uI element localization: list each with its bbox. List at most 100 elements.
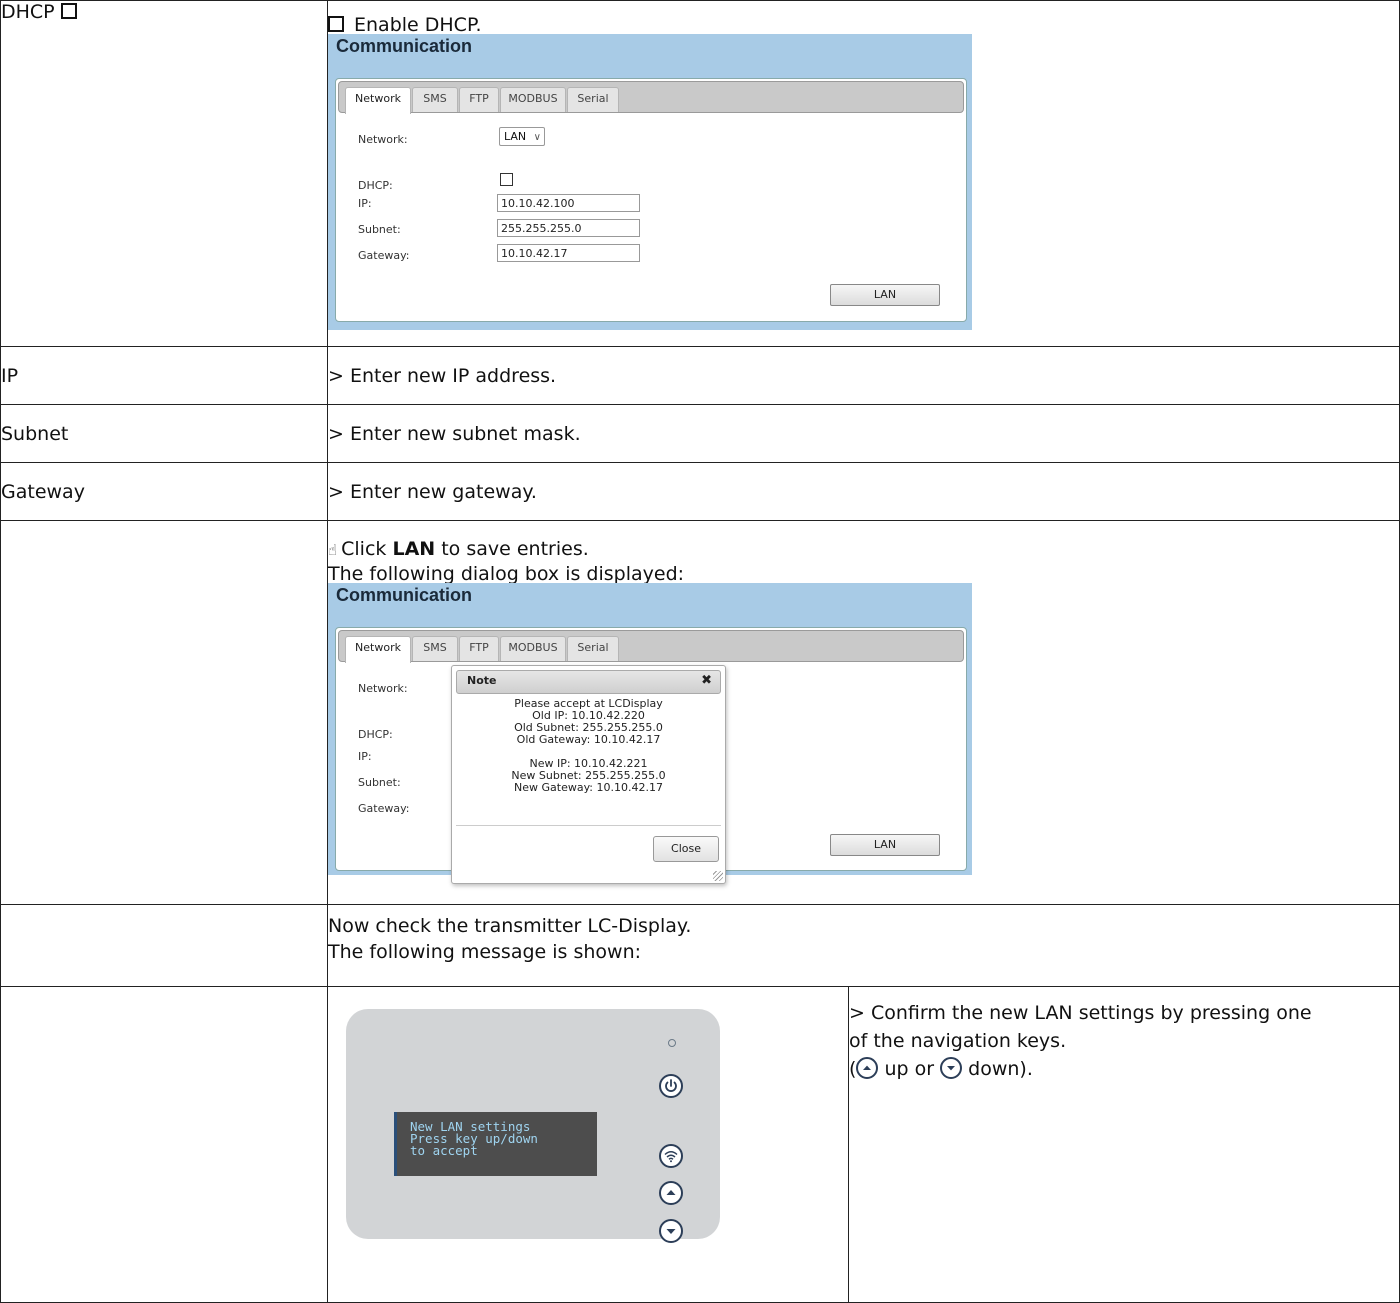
tab-modbus[interactable]: MODBUS [500, 636, 566, 661]
confirm-down-text: down). [968, 1058, 1033, 1080]
network-label: Network: [358, 133, 408, 146]
tab-ftp[interactable]: FTP [459, 636, 499, 661]
tab-sms[interactable]: SMS [412, 636, 458, 661]
dialog-header: Note ✖ [456, 670, 721, 694]
ip-label: IP: [358, 750, 372, 763]
confirm-cell: > Confirm the new LAN settings by pressi… [848, 986, 1400, 1303]
row-label-cell [0, 904, 328, 987]
subnet-input[interactable]: 255.255.255.0 [497, 219, 640, 237]
gateway-instruction: > Enter new gateway. [328, 481, 537, 503]
ip-label: IP: [358, 197, 372, 210]
gateway-label: Gateway: [358, 802, 410, 815]
resize-grip-icon[interactable] [713, 871, 723, 881]
tab-bar: Network SMS FTP MODBUS Serial [338, 81, 964, 114]
pointer-hand-icon: ☝ [328, 541, 338, 559]
device-cell: New LAN settings Press key up/down to ac… [327, 986, 849, 1303]
table-row: New LAN settings Press key up/down to ac… [0, 986, 1400, 1303]
note-dialog: Note ✖ Please accept at LCDisplay Old IP… [451, 665, 726, 884]
tab-serial[interactable]: Serial [567, 87, 619, 112]
communication-panel: Communication Network SMS FTP MODBUS Ser… [328, 583, 972, 884]
communication-panel: Communication Network SMS FTP MODBUS Ser… [328, 34, 972, 330]
document-page: DHCP Enable DHCP. Communication Network … [0, 0, 1400, 1303]
down-arrow-icon[interactable] [659, 1219, 683, 1243]
check-text-line2: The following message is shown: [328, 941, 642, 963]
row-label-cell [0, 986, 328, 1303]
power-icon[interactable] [659, 1074, 683, 1098]
gateway-label: Gateway: [358, 249, 410, 262]
checkbox-icon [328, 16, 344, 32]
table-row: DHCP Enable DHCP. Communication Network … [0, 0, 1400, 347]
row-label-cell: DHCP [0, 0, 328, 347]
transmitter-device: New LAN settings Press key up/down to ac… [346, 1009, 720, 1243]
check-text-line1: Now check the transmitter LC-Display. [328, 915, 692, 937]
save-text-bold: LAN [392, 538, 436, 560]
row-label-cell [0, 520, 328, 905]
table-row: ☝ Click LAN to save entries. The followin… [0, 520, 1400, 905]
tab-ftp[interactable]: FTP [459, 87, 499, 112]
network-select-value: LAN [504, 130, 527, 143]
down-arrow-icon [940, 1057, 963, 1079]
dhcp-label: DHCP: [358, 179, 393, 192]
message-line: Old Gateway: 10.10.42.17 [516, 733, 661, 746]
lan-button[interactable]: LAN [830, 284, 940, 306]
save-text-post: to save entries. [435, 538, 589, 560]
ip-input[interactable]: 10.10.42.100 [497, 194, 640, 212]
divider [456, 825, 721, 826]
table-row: Now check the transmitter LC-Display. Th… [0, 904, 1400, 987]
table-row: Subnet > Enter new subnet mask. [0, 404, 1400, 463]
confirm-up-text: up or [884, 1058, 935, 1080]
subnet-instruction: > Enter new subnet mask. [328, 423, 581, 445]
row-label-gateway: Gateway [1, 481, 85, 503]
wifi-icon[interactable] [659, 1144, 683, 1168]
row-content-cell: > Enter new gateway. [327, 462, 1400, 521]
ip-instruction: > Enter new IP address. [328, 365, 557, 387]
instruction-table: DHCP Enable DHCP. Communication Network … [0, 0, 1400, 1303]
row-label-cell: Gateway [0, 462, 328, 521]
gateway-input[interactable]: 10.10.42.17 [497, 244, 640, 262]
dialog-title: Note [467, 674, 497, 687]
checkbox-icon [60, 3, 77, 19]
row-content-cell: > Enter new subnet mask. [327, 404, 1400, 463]
panel-title: Communication [336, 36, 473, 56]
row-label-subnet: Subnet [1, 423, 69, 445]
row-content-cell: Enable DHCP. Communication Network SMS F… [327, 0, 1400, 347]
row-label-cell: Subnet [0, 404, 328, 463]
panel-title: Communication [336, 585, 473, 605]
tab-sms[interactable]: SMS [412, 87, 458, 112]
lan-button[interactable]: LAN [830, 834, 940, 856]
confirm-text-line2: of the navigation keys. [849, 1030, 1067, 1052]
tab-serial[interactable]: Serial [567, 636, 619, 661]
row-content-cell: Now check the transmitter LC-Display. Th… [327, 904, 1400, 987]
table-row: Gateway > Enter new gateway. [0, 462, 1400, 521]
tab-network[interactable]: Network [345, 636, 411, 663]
row-label-dhcp: DHCP [1, 1, 55, 23]
close-icon[interactable]: ✖ [701, 673, 712, 688]
dhcp-instruction: Enable DHCP. [354, 14, 482, 36]
network-select[interactable]: LAN ∨ [499, 127, 545, 146]
status-led-icon [668, 1039, 676, 1047]
tab-bar: Network SMS FTP MODBUS Serial [338, 630, 964, 663]
row-label-ip: IP [1, 365, 19, 387]
lcd-message: New LAN settings Press key up/down to ac… [410, 1119, 538, 1158]
table-row: IP > Enter new IP address. [0, 346, 1400, 405]
dhcp-label: DHCP: [358, 728, 393, 741]
close-button[interactable]: Close [653, 836, 719, 862]
row-content-cell: > Enter new IP address. [327, 346, 1400, 405]
row-content-cell: ☝ Click LAN to save entries. The followin… [327, 520, 1400, 905]
subnet-label: Subnet: [358, 223, 401, 236]
message-line: New Gateway: 10.10.42.17 [514, 781, 663, 794]
up-arrow-icon[interactable] [659, 1181, 683, 1205]
chevron-down-icon: ∨ [533, 132, 541, 143]
panel-body: Network SMS FTP MODBUS Serial Network: L… [335, 78, 967, 322]
dhcp-checkbox[interactable] [500, 173, 513, 186]
tab-network[interactable]: Network [345, 87, 411, 114]
subnet-label: Subnet: [358, 776, 401, 789]
lc-display: New LAN settings Press key up/down to ac… [394, 1112, 597, 1176]
network-label: Network: [358, 682, 408, 695]
row-label-cell: IP [0, 346, 328, 405]
tab-modbus[interactable]: MODBUS [500, 87, 566, 112]
confirm-text-line1: > Confirm the new LAN settings by pressi… [849, 1002, 1312, 1024]
dialog-message: Please accept at LCDisplay Old IP: 10.10… [452, 698, 725, 794]
save-text-pre: Click [341, 538, 393, 560]
up-arrow-icon [856, 1057, 879, 1079]
